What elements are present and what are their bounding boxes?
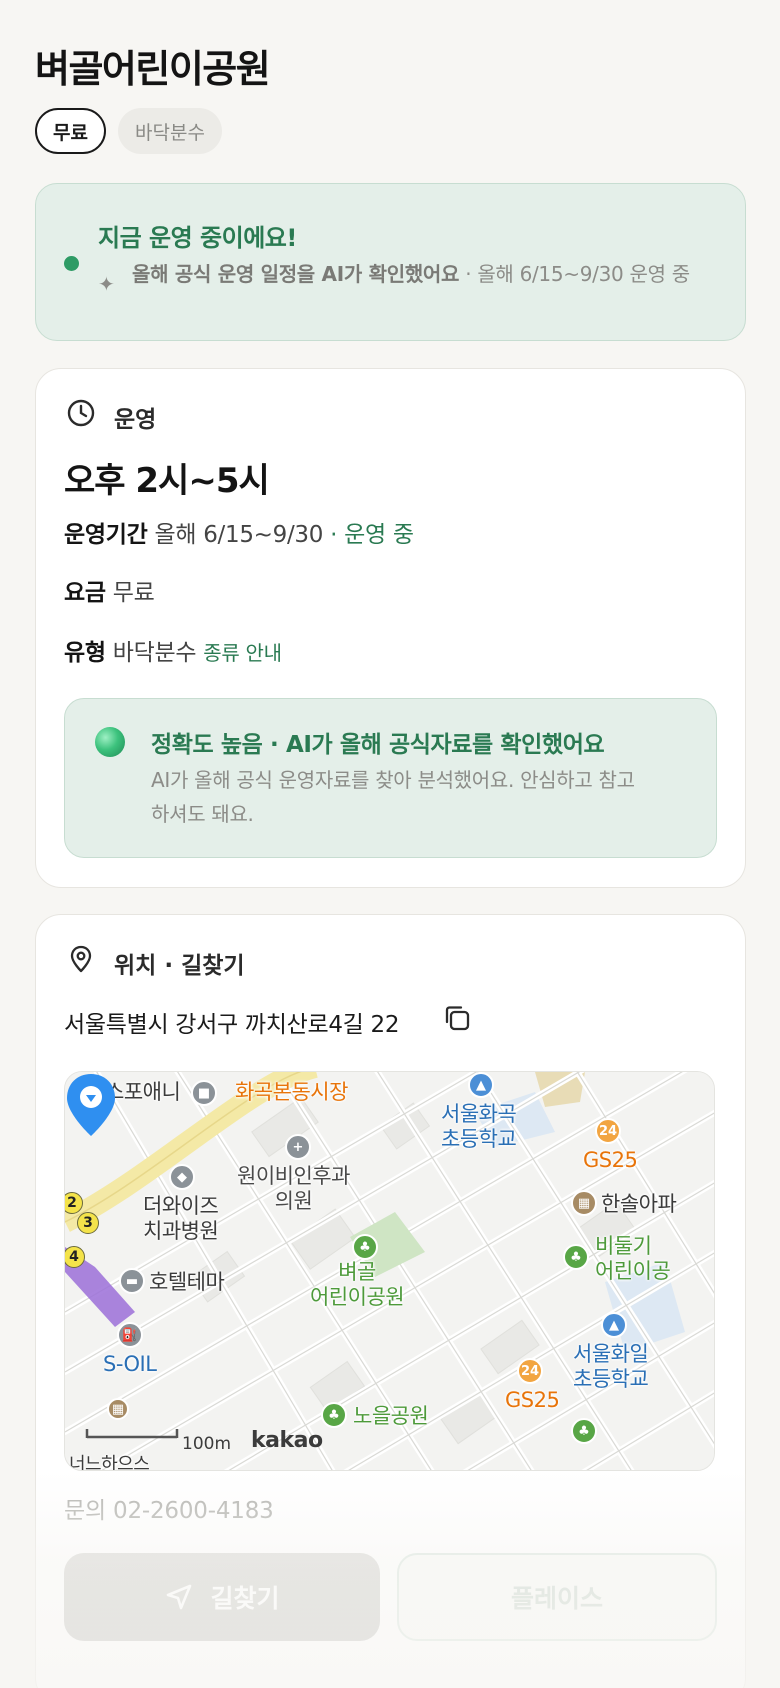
clock-icon xyxy=(67,399,95,427)
contact-phone[interactable]: 문의 02-2600-4183 xyxy=(64,1491,274,1525)
park-tree-icon-3: ♣ xyxy=(571,1418,597,1444)
address-text: 서울특별시 강서구 까치산로4길 22 xyxy=(64,1012,400,1038)
route-button-label: 길찾기 xyxy=(210,1584,280,1613)
school-icon: ▲ xyxy=(468,1072,494,1098)
fee-label: 요금 xyxy=(64,580,106,606)
map-label-wonibi-clinic: 원이비인후과 의원 xyxy=(237,1164,350,1213)
operation-section-label: 운영 xyxy=(114,407,157,433)
operation-card: 운영 오후 2시~5시 운영기간 올해 6/15~9/30 · 운영 중 요금 … xyxy=(35,368,746,888)
accuracy-orb-icon xyxy=(95,727,125,757)
hotel-icon: ▬ xyxy=(119,1268,145,1294)
apartment-icon: ▦ xyxy=(571,1190,597,1216)
chip-type[interactable]: 바닥분수 xyxy=(118,108,222,154)
place-detail-page: 벼골어린이공원 무료 바닥분수 지금 운영 중이에요! ✦ 올해 공식 운영 일… xyxy=(0,0,780,1688)
dental-icon: ◆ xyxy=(169,1164,195,1190)
map-label-hwagok-school: 서울화곡 초등학교 xyxy=(441,1102,517,1151)
accuracy-title: 정확도 높음 · AI가 올해 공식자료를 확인했어요 xyxy=(151,732,605,758)
fee-value: 무료 xyxy=(112,580,155,606)
ai-check-text: 올해 공식 운영 일정을 AI가 확인했어요 xyxy=(132,262,460,286)
ai-check-detail: · 올해 6/15~9/30 운영 중 xyxy=(459,262,690,286)
park-icon: ♣ xyxy=(352,1234,378,1260)
gas-station-icon: ⛽ xyxy=(117,1322,143,1348)
map-label-bottom-partial: 너느하으스 xyxy=(69,1454,150,1471)
period-separator: · xyxy=(323,522,345,548)
clinic-icon: + xyxy=(285,1134,311,1160)
type-row: 유형 바닥분수 종류 안내 xyxy=(64,633,282,667)
map-label-soil: S-OIL xyxy=(103,1352,157,1376)
apartment-icon-2: ▦ xyxy=(107,1398,129,1420)
period-row: 운영기간 올해 6/15~9/30 · 운영 중 xyxy=(64,515,414,549)
map-label-bidulgi: 비둘기 어린이공 xyxy=(595,1234,671,1283)
school-icon-2: ▲ xyxy=(601,1312,627,1338)
type-guide-link[interactable]: 종류 안내 xyxy=(203,641,282,665)
period-value: 올해 6/15~9/30 xyxy=(154,522,324,548)
convenience-store-icon: 24 xyxy=(595,1118,621,1144)
map-label-hansol: 한솔아파 xyxy=(601,1192,677,1216)
route-number-4: 4 xyxy=(65,1246,85,1268)
status-dot-icon xyxy=(64,256,79,271)
accuracy-box: 정확도 높음 · AI가 올해 공식자료를 확인했어요 AI가 올해 공식 운영… xyxy=(64,698,717,858)
sparkle-icon: ✦ xyxy=(98,272,115,296)
gym-icon: ■ xyxy=(191,1080,217,1106)
map-location-pin-icon xyxy=(67,1074,115,1136)
map-brand-logo: kakao xyxy=(251,1428,323,1453)
period-label: 운영기간 xyxy=(64,522,148,548)
page-title: 벼골어린이공원 xyxy=(35,47,271,91)
operating-hours: 오후 2시~5시 xyxy=(64,461,270,501)
accuracy-description: AI가 올해 공식 운영자료를 찾아 분석했어요. 안심하고 참고하셔도 돼요. xyxy=(151,768,635,826)
map-label-noeul: 노을공원 xyxy=(353,1404,429,1428)
map-scale-label: 100m xyxy=(182,1434,232,1454)
location-pin-icon xyxy=(70,945,92,973)
location-section-label: 위치 · 길찾기 xyxy=(114,953,245,979)
status-card: 지금 운영 중이에요! ✦ 올해 공식 운영 일정을 AI가 확인했어요 · 올… xyxy=(35,183,746,341)
map-label-hotel: 호텔테마 xyxy=(149,1270,225,1294)
park-tree-icon-2: ♣ xyxy=(321,1402,347,1428)
status-description: 올해 공식 운영 일정을 AI가 확인했어요 · 올해 6/15~9/30 운영… xyxy=(132,260,732,288)
place-button[interactable]: 플레이스 xyxy=(397,1553,717,1641)
route-button[interactable]: 길찾기 xyxy=(64,1553,380,1641)
period-status: 운영 중 xyxy=(344,522,414,548)
status-title: 지금 운영 중이에요! xyxy=(98,224,297,252)
type-value: 바닥분수 xyxy=(112,640,197,666)
navigation-arrow-icon xyxy=(167,1584,192,1610)
type-label: 유형 xyxy=(64,640,106,666)
map-label-gs25-a: GS25 xyxy=(583,1148,638,1172)
location-map[interactable]: 스포애니 ■ 화곡본동시장 ▲ 서울화곡 초등학교 24 GS25 + 원이비인… xyxy=(64,1071,715,1471)
chip-free[interactable]: 무료 xyxy=(35,108,106,154)
copy-icon[interactable] xyxy=(442,1003,472,1033)
map-label-dawise-dental: 더와이즈 치과병원 xyxy=(143,1194,219,1243)
map-label-hwail-school: 서울화일 초등학교 xyxy=(573,1342,649,1391)
park-tree-icon: ♣ xyxy=(563,1244,589,1270)
location-card: 위치 · 길찾기 서울특별시 강서구 까치산로4길 22 스포애니 ■ 화곡본동… xyxy=(35,914,746,1688)
map-label-gs25-b: GS25 xyxy=(505,1388,560,1412)
route-number-3: 3 xyxy=(77,1212,99,1234)
map-label-market: 화곡본동시장 xyxy=(235,1080,348,1104)
convenience-store-icon-2: 24 xyxy=(517,1358,543,1384)
map-label-park: 벼골 어린이공원 xyxy=(310,1260,405,1309)
fee-row: 요금 무료 xyxy=(64,573,155,607)
